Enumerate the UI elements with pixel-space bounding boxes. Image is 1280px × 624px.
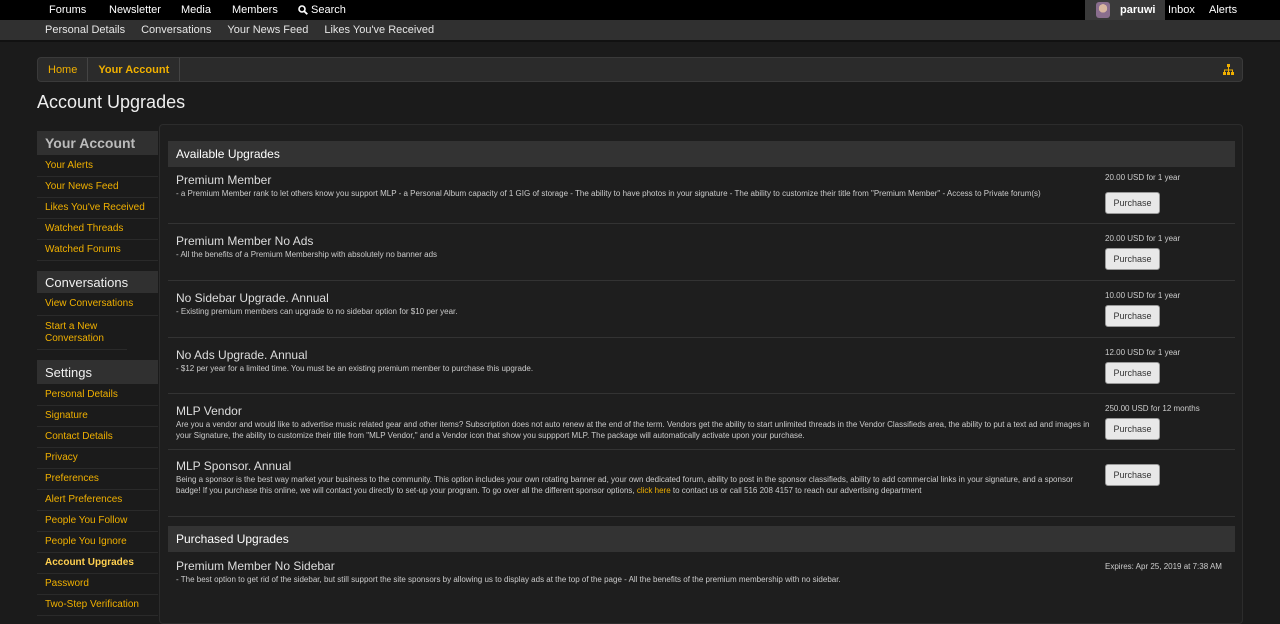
sidebar-heading-conversations[interactable]: Conversations — [37, 271, 158, 293]
upgrade-expiry: Expires: Apr 25, 2019 at 7:38 AM — [1105, 562, 1222, 571]
upgrade-title: No Ads Upgrade. Annual — [176, 348, 308, 362]
upgrade-title: Premium Member No Sidebar — [176, 559, 335, 573]
nav-search[interactable]: Search — [298, 0, 346, 20]
upgrade-description: - All the benefits of a Premium Membersh… — [176, 250, 438, 259]
upgrade-title: MLP Sponsor. Annual — [176, 459, 292, 473]
purchased-upgrades-heading: Purchased Upgrades — [168, 526, 1235, 552]
sidebar-item-password[interactable]: Password — [37, 574, 158, 595]
upgrade-item: Premium Member - a Premium Member rank t… — [168, 171, 1235, 224]
breadcrumb-home[interactable]: Home — [38, 58, 89, 81]
purchase-button[interactable]: Purchase — [1105, 192, 1160, 214]
sidebar-item-news-feed[interactable]: Your News Feed — [37, 177, 158, 198]
sidebar-item-likes-received[interactable]: Likes You've Received — [37, 198, 158, 219]
sidebar-item-watched-forums[interactable]: Watched Forums — [37, 240, 158, 261]
nav-alerts[interactable]: Alerts — [1209, 0, 1237, 20]
sidebar-item-privacy[interactable]: Privacy — [37, 448, 158, 469]
subnav-personal-details[interactable]: Personal Details — [45, 24, 125, 36]
avatar — [1096, 2, 1110, 18]
sponsor-description-text: Being a sponsor is the best way market y… — [176, 475, 1074, 495]
sidebar-item-account-upgrades[interactable]: Account Upgrades — [37, 553, 158, 574]
sidebar-item-two-step-verification[interactable]: Two-Step Verification — [37, 595, 158, 616]
upgrade-title: Premium Member No Ads — [176, 234, 314, 248]
sidebar-item-contact-details[interactable]: Contact Details — [37, 427, 158, 448]
purchase-button[interactable]: Purchase — [1105, 418, 1160, 440]
upgrade-price: 10.00 USD for 1 year — [1105, 291, 1181, 300]
upgrade-description: - Existing premium members can upgrade t… — [176, 307, 458, 316]
nav-search-label: Search — [311, 4, 346, 16]
purchase-button[interactable]: Purchase — [1105, 248, 1160, 270]
upgrade-description: Being a sponsor is the best way market y… — [176, 474, 1076, 496]
user-menu[interactable]: paruwi — [1085, 0, 1165, 20]
sidebar-item-alert-preferences[interactable]: Alert Preferences — [37, 490, 158, 511]
sidebar-item-your-alerts[interactable]: Your Alerts — [37, 155, 158, 177]
upgrade-description: - $12 per year for a limited time. You m… — [176, 364, 534, 373]
subnav-conversations[interactable]: Conversations — [141, 24, 211, 36]
account-sidebar: Your Account Your Alerts Your News Feed … — [37, 131, 158, 616]
click-here-link[interactable]: click here — [637, 486, 671, 495]
username: paruwi — [1120, 4, 1156, 16]
upgrades-panel: Available Upgrades Premium Member - a Pr… — [159, 124, 1243, 624]
upgrade-title: MLP Vendor — [176, 404, 242, 418]
upgrade-description: - The best option to get rid of the side… — [176, 575, 841, 584]
upgrade-description: - a Premium Member rank to let others kn… — [176, 189, 1041, 198]
upgrade-item: MLP Vendor Are you a vendor and would li… — [168, 394, 1235, 450]
upgrade-price: 20.00 USD for 1 year — [1105, 173, 1181, 182]
top-navigation-bar: Forums Newsletter Media Members Search p… — [0, 0, 1280, 20]
purchased-upgrade-item: Premium Member No Sidebar - The best opt… — [168, 557, 1235, 593]
search-icon — [298, 5, 308, 15]
sidebar-item-preferences[interactable]: Preferences — [37, 469, 158, 490]
sidebar-item-people-you-ignore[interactable]: People You Ignore — [37, 532, 158, 553]
nav-newsletter[interactable]: Newsletter — [109, 0, 161, 20]
upgrade-title: No Sidebar Upgrade. Annual — [176, 291, 329, 305]
sponsor-description-text-end: to contact us or call 516 208 4157 to re… — [670, 486, 922, 495]
sidebar-item-watched-threads[interactable]: Watched Threads — [37, 219, 158, 240]
upgrade-title: Premium Member — [176, 173, 272, 187]
available-upgrades-heading: Available Upgrades — [168, 141, 1235, 167]
sidebar-heading-settings[interactable]: Settings — [37, 360, 158, 384]
sidebar-heading-your-account[interactable]: Your Account — [37, 131, 158, 155]
nav-inbox[interactable]: Inbox — [1168, 0, 1195, 20]
sidebar-item-start-conversation[interactable]: Start a New Conversation — [37, 316, 127, 350]
upgrade-item: No Ads Upgrade. Annual - $12 per year fo… — [168, 338, 1235, 394]
upgrade-item: No Sidebar Upgrade. Annual - Existing pr… — [168, 281, 1235, 338]
subnav-likes-received[interactable]: Likes You've Received — [324, 24, 434, 36]
upgrade-description: Are you a vendor and would like to adver… — [176, 420, 1090, 440]
breadcrumb-your-account[interactable]: Your Account — [88, 58, 181, 81]
sidebar-item-people-you-follow[interactable]: People You Follow — [37, 511, 158, 532]
page-title: Account Upgrades — [37, 92, 186, 112]
sitemap-icon[interactable] — [1223, 64, 1234, 75]
upgrade-item: MLP Sponsor. Annual Being a sponsor is t… — [168, 450, 1235, 517]
nav-members[interactable]: Members — [232, 0, 278, 20]
upgrade-price: 20.00 USD for 1 year — [1105, 234, 1181, 243]
purchase-button[interactable]: Purchase — [1105, 464, 1160, 486]
sidebar-item-view-conversations[interactable]: View Conversations — [37, 293, 158, 316]
nav-media[interactable]: Media — [181, 0, 211, 20]
sub-navigation-bar: Personal Details Conversations Your News… — [0, 20, 1280, 40]
purchase-button[interactable]: Purchase — [1105, 362, 1160, 384]
upgrade-item: Premium Member No Ads - All the benefits… — [168, 224, 1235, 281]
upgrade-price: 250.00 USD for 12 months — [1105, 404, 1200, 413]
sidebar-item-personal-details[interactable]: Personal Details — [37, 384, 158, 406]
upgrade-price: 12.00 USD for 1 year — [1105, 348, 1181, 357]
nav-forums[interactable]: Forums — [49, 0, 86, 20]
header-divider — [0, 40, 1280, 42]
purchase-button[interactable]: Purchase — [1105, 305, 1160, 327]
sidebar-item-signature[interactable]: Signature — [37, 406, 158, 427]
breadcrumb: Home Your Account — [37, 57, 1243, 82]
subnav-news-feed[interactable]: Your News Feed — [227, 24, 308, 36]
